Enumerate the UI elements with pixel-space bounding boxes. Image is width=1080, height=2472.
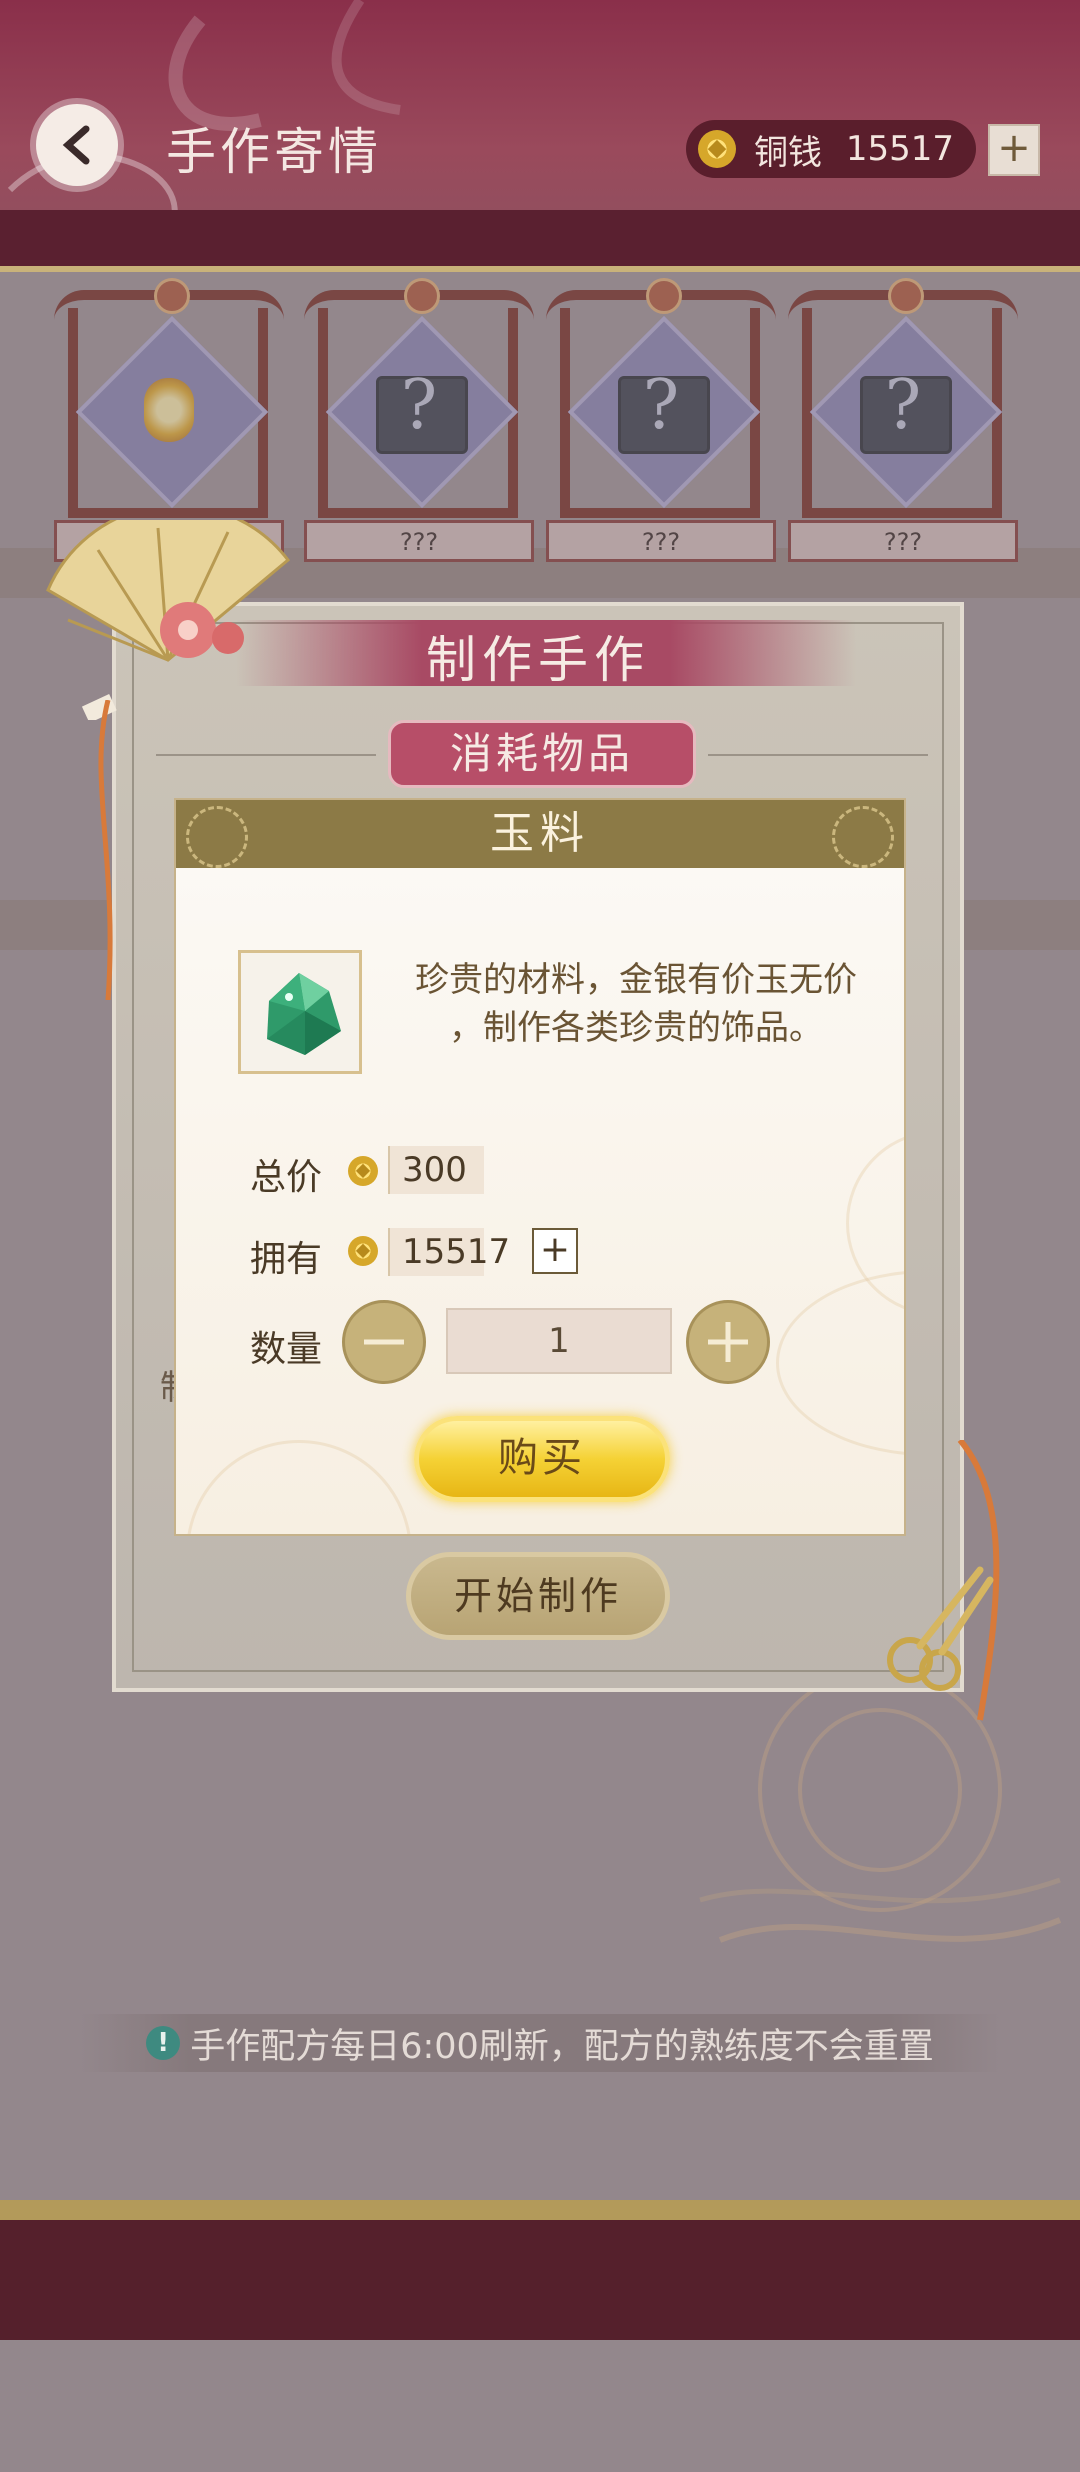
chevron-left-icon <box>62 125 90 165</box>
section-divider <box>156 754 376 756</box>
increase-quantity-button[interactable] <box>686 1300 770 1384</box>
buy-button[interactable]: 购买 <box>414 1416 670 1502</box>
decrease-quantity-button[interactable] <box>342 1300 426 1384</box>
tip-banner: ! 手作配方每日6:00刷新，配方的熟练度不会重置 <box>80 2014 1000 2072</box>
total-price-value: 300 <box>388 1146 484 1194</box>
item-name-header: 玉料 <box>176 800 904 868</box>
jade-crystal-icon <box>267 973 341 1055</box>
scissors-decoration <box>887 1566 994 1691</box>
item-card: 玉料 珍贵的材料，金银有价玉无价 ，制作各类珍贵的饰品。 总价 300 拥有 1… <box>174 798 906 1536</box>
add-owned-button[interactable]: + <box>532 1228 578 1274</box>
item-description-line-1: 珍贵的材料，金银有价玉无价 <box>415 960 857 1000</box>
page-title: 手作寄情 <box>166 123 382 181</box>
card-decoration <box>186 1440 412 1534</box>
total-price-label: 总价 <box>250 1157 323 1198</box>
section-divider <box>708 754 928 756</box>
ornament-icon <box>832 806 894 868</box>
tip-text: 手作配方每日6:00刷新，配方的熟练度不会重置 <box>190 2026 934 2067</box>
owned-value: 15517 <box>388 1228 510 1276</box>
coin-icon <box>698 130 736 168</box>
add-currency-button[interactable]: + <box>988 124 1040 176</box>
footer-bar <box>0 2220 1080 2340</box>
coin-icon <box>348 1156 378 1186</box>
coin-icon <box>348 1236 378 1266</box>
section-header: 消耗物品 <box>388 720 696 788</box>
currency-label: 铜钱 <box>754 132 822 173</box>
item-icon-frame <box>238 950 362 1074</box>
currency-value: 15517 <box>845 129 954 169</box>
back-button[interactable] <box>36 104 118 186</box>
item-name: 玉料 <box>490 808 590 859</box>
quantity-input[interactable]: 1 <box>446 1308 672 1374</box>
currency-display: 铜钱 15517 <box>686 120 976 178</box>
card-decoration <box>776 1270 904 1456</box>
item-description-line-2: ，制作各类珍贵的饰品。 <box>449 1008 823 1048</box>
footer-gold-border <box>0 2200 1080 2220</box>
tassel-cord-decoration <box>98 700 113 1000</box>
owned-label: 拥有 <box>250 1239 323 1280</box>
folding-fan-decoration <box>46 520 291 720</box>
item-description: 珍贵的材料，金银有价玉无价 ，制作各类珍贵的饰品。 <box>396 956 876 1052</box>
quantity-label: 数量 <box>250 1329 323 1370</box>
ornament-icon <box>186 806 248 868</box>
start-crafting-button[interactable]: 开始制作 <box>406 1552 670 1640</box>
info-icon: ! <box>146 2026 181 2060</box>
